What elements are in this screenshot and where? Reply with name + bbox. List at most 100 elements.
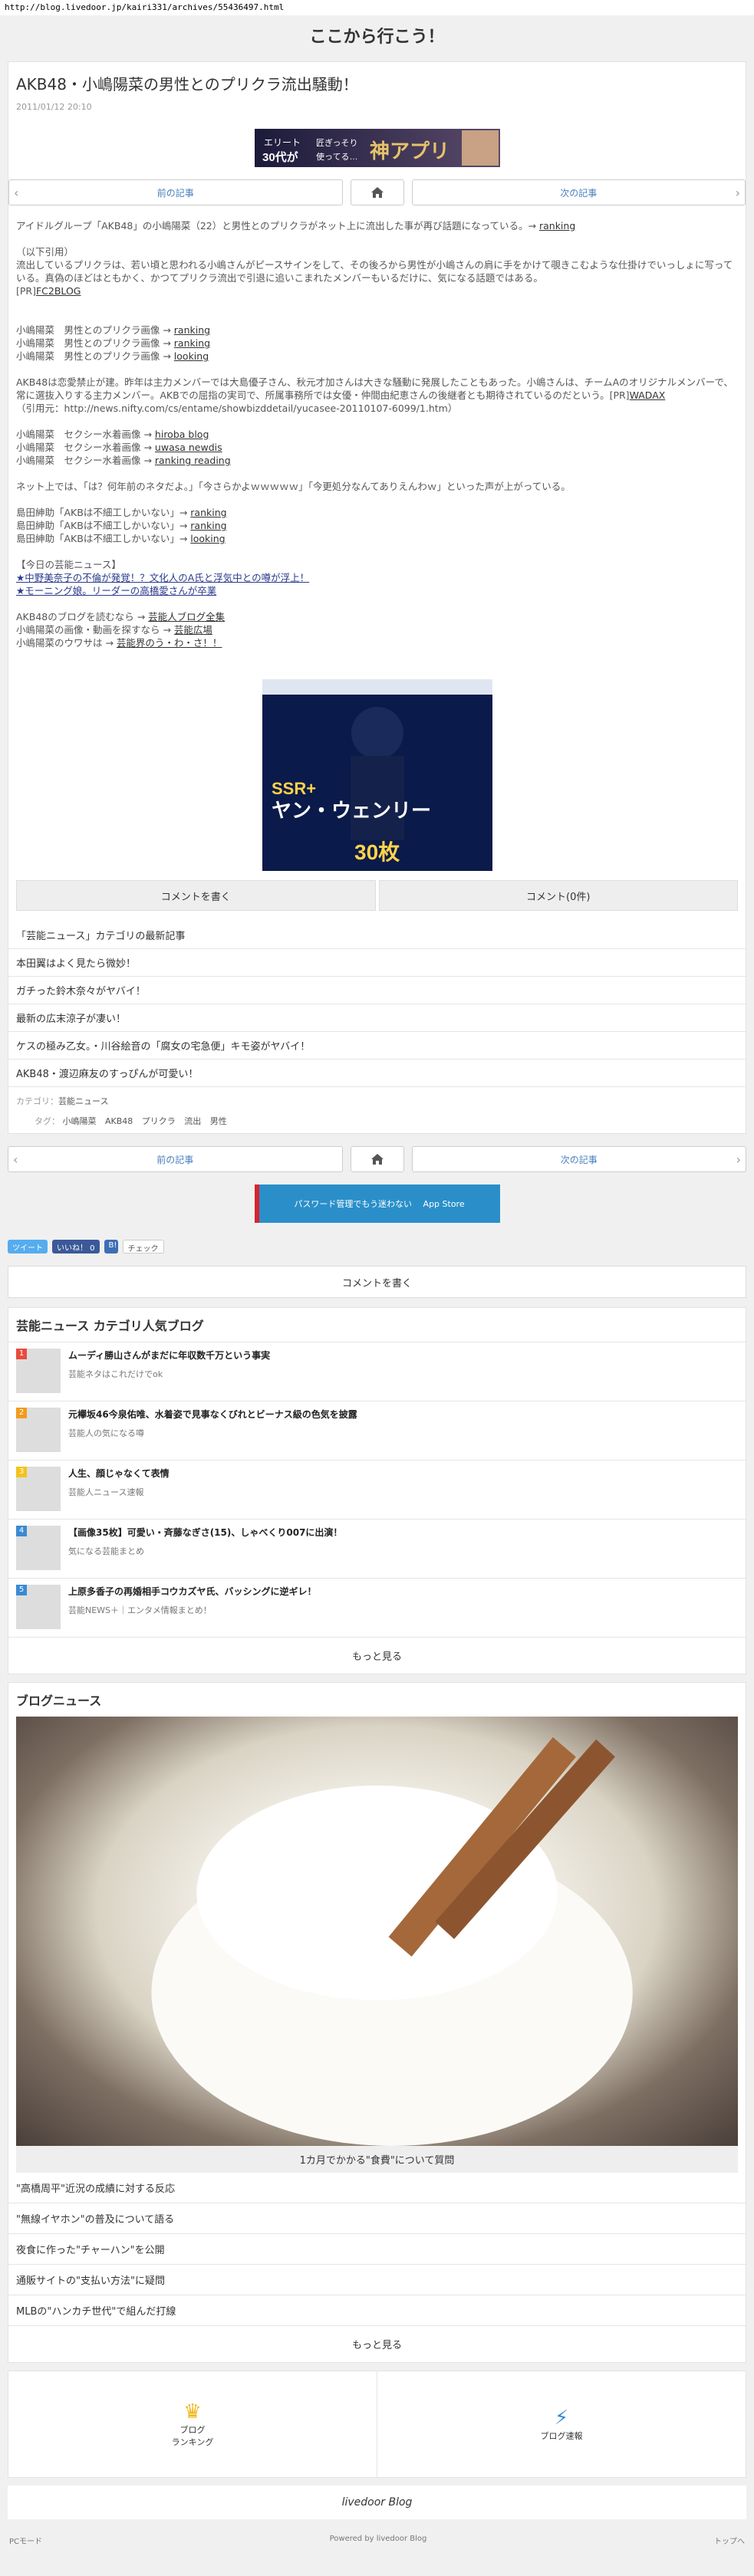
next-article-button[interactable]: 次の記事 › [411, 179, 746, 205]
app-store-banner[interactable]: パスワード管理でもう迷わない App Store [254, 1184, 500, 1223]
popular-blogs: 芸能ニュース カテゴリ人気ブログ 1 ムーディ勝山さんがまだに年収数千万という事… [8, 1307, 746, 1674]
home-icon [370, 187, 384, 198]
list-item[interactable]: ケスの極み乙女。・川谷絵音の「腐女の宅急便」キモ姿がヤバイ！ [8, 1031, 746, 1059]
powered-by: Powered by livedoor Blog [329, 2535, 427, 2543]
list-item[interactable]: "無線イヤホン"の普及について語る [8, 2203, 746, 2234]
home-button[interactable] [350, 1146, 404, 1172]
livedoor-blog-logo[interactable]: livedoor Blog [8, 2486, 746, 2519]
wadax-link[interactable]: WADAX [630, 389, 666, 401]
like-button[interactable]: いいね！ 0 [52, 1240, 100, 1254]
blog-ranking-link[interactable]: ♛ ブログ ランキング [8, 2371, 377, 2477]
comment-buttons: コメントを書く コメント(0件) [8, 880, 746, 918]
list-item[interactable]: 2 元欅坂46今泉佑唯、水着姿で見事なくびれとビーナス級の色気を披露 芸能人の気に… [8, 1401, 746, 1460]
write-comment-button[interactable]: コメントを書く [8, 1266, 746, 1298]
site-title[interactable]: ここから行こう！ [0, 15, 754, 61]
ranking-reading-link[interactable]: ranking reading [155, 455, 231, 466]
write-comment-button[interactable]: コメントを書く [16, 880, 376, 911]
tag-link[interactable]: プリクラ [142, 1116, 176, 1126]
comments-count-button[interactable]: コメント(0件) [378, 880, 738, 911]
share-bar: ツイート いいね！ 0 B! チェック [0, 1232, 754, 1261]
article-card: AKB48・小嶋陽菜の男性とのプリクラ流出騒動！ 2011/01/12 20:1… [8, 61, 746, 1134]
pc-mode-link[interactable]: PCモード [9, 2535, 42, 2546]
list-item[interactable]: MLBの"ハンカチ世代"で組んだ打線 [8, 2295, 746, 2326]
next-article-button[interactable]: 次の記事 › [411, 1146, 746, 1172]
game-ad-image[interactable]: SSR+ ヤン・ウェンリー 30枚 [262, 679, 492, 871]
looking-link[interactable]: looking [190, 533, 225, 544]
list-item[interactable]: 夜食に作った"チャーハン"を公開 [8, 2234, 746, 2265]
rank-badge: 5 [16, 1585, 27, 1595]
list-item[interactable]: 通販サイトの"支払い方法"に疑問 [8, 2265, 746, 2295]
category-heading: 「芸能ニュース」カテゴリの最新記事 [16, 931, 186, 942]
featured-news-image[interactable] [16, 1717, 738, 2146]
rank-badge: 4 [16, 1526, 27, 1536]
article-pager-bottom-wrap: ‹ 前の記事 次の記事 › [8, 1142, 746, 1177]
quote-heading: （以下引用） [16, 246, 74, 258]
chevron-left-icon: ‹ [14, 186, 19, 200]
svg-text:使ってる…: 使ってる… [316, 152, 357, 162]
ranking-link[interactable]: ranking [190, 520, 226, 531]
geinoukai-uwasa-link[interactable]: 芸能界のう・わ・さ！！ [117, 637, 222, 649]
category-list: 本田翼はよく見たら微妙！ ガチった鈴木奈々がヤバイ！ 最新の広末涼子が凄い！ ケ… [8, 948, 746, 1087]
list-item[interactable]: 本田翼はよく見たら微妙！ [8, 948, 746, 976]
list-item[interactable]: AKB48・渡辺麻友のすっぴんが可愛い！ [8, 1059, 746, 1087]
svg-text:30枚: 30枚 [354, 840, 400, 864]
blog-news: ブログニュース 1カ月でかかる"食費"について質問 "高橋周平"近況の成績に対す… [8, 1682, 746, 2363]
list-item[interactable]: 4 【画像35枚】可愛い・斉藤なぎさ(15)、しゃべくり007に出演！ 気になる芸… [8, 1520, 746, 1579]
today-news-link[interactable]: ★モーニング娘。リーダーの高橋愛さんが卒業 [16, 585, 216, 596]
today-news-heading: 【今日の芸能ニュース】 [16, 559, 121, 570]
ranking-link[interactable]: ranking [190, 507, 226, 518]
crown-icon: ♛ [183, 2400, 202, 2423]
list-item[interactable]: 3 人生、顔じゃなくて表情 芸能人ニュース速報 [8, 1460, 746, 1520]
tag-link[interactable]: 小嶋陽菜 [63, 1116, 97, 1126]
blog-news-title: ブログニュース [16, 1694, 102, 1708]
list-item[interactable]: 5 上原多香子の再婚相手コウカズヤ氏、バッシングに逆ギレ！ 芸能NEWS＋｜エンタ… [8, 1579, 746, 1638]
tag-link[interactable]: 流出 [184, 1116, 201, 1126]
article-body: アイドルグループ「AKB48」の小嶋陽菜（22）と男性とのプリクラがネット上に流… [16, 220, 733, 649]
blog-news-flash-link[interactable]: ⚡ ブログ速報 [377, 2371, 746, 2477]
tag-link[interactable]: 男性 [210, 1116, 227, 1126]
svg-text:神アプリ: 神アプリ [370, 140, 449, 163]
article-header: AKB48・小嶋陽菜の男性とのプリクラ流出騒動！ 2011/01/12 20:1… [8, 62, 746, 121]
more-button[interactable]: もっと見る [8, 2326, 746, 2362]
list-item[interactable]: 最新の広末涼子が凄い！ [8, 1004, 746, 1031]
list-item[interactable]: "高橋周平"近況の成績に対する反応 [8, 2173, 746, 2203]
article-meta: カテゴリ：芸能ニュース タグ： 小嶋陽菜 AKB48 プリクラ 流出 男性 [8, 1087, 746, 1133]
uwasa-newdis-link[interactable]: uwasa newdis [155, 442, 222, 453]
hatena-icon[interactable]: B! [104, 1240, 118, 1254]
check-button[interactable]: チェック [122, 1240, 164, 1254]
tag-list: タグ： 小嶋陽菜 AKB48 プリクラ 流出 男性 [35, 1116, 227, 1126]
tweet-button[interactable]: ツイート [8, 1240, 48, 1254]
article-pager-bottom: ‹ 前の記事 次の記事 › [8, 1142, 746, 1177]
ranking-link[interactable]: ranking [174, 324, 210, 336]
more-button[interactable]: もっと見る [8, 1638, 746, 1674]
back-to-top-link[interactable]: トップへ [714, 2535, 745, 2546]
chevron-left-icon: ‹ [13, 1152, 18, 1167]
category-link[interactable]: 芸能ニュース [58, 1096, 108, 1106]
svg-text:SSR+: SSR+ [272, 779, 316, 798]
top-ad-banner[interactable]: エリート 30代が 匠ぎっそり 使ってる… 神アプリ [254, 129, 500, 167]
rice-bowl-image [151, 1737, 633, 2146]
featured-news-caption[interactable]: 1カ月でかかる"食費"について質問 [16, 2146, 738, 2173]
today-news-link[interactable]: ★中野美奈子の不倫が発覚！？文化人のA氏と浮気中との噂が浮上！ [16, 572, 309, 583]
fc2blog-link[interactable]: FC2BLOG [36, 285, 81, 297]
rank-badge: 2 [16, 1408, 27, 1418]
looking-link[interactable]: looking [174, 350, 209, 362]
ranking-link[interactable]: ranking [539, 220, 575, 232]
list-item[interactable]: 1 ムーディ勝山さんがまだに年収数千万という事実 芸能ネタはこれだけでok [8, 1342, 746, 1401]
prev-article-button[interactable]: ‹ 前の記事 [8, 179, 343, 205]
geinou-hiroba-link[interactable]: 芸能広場 [174, 624, 212, 636]
article-date: 2011/01/12 20:10 [16, 102, 92, 112]
ranking-link[interactable]: ranking [174, 337, 210, 349]
home-icon [370, 1154, 384, 1165]
tag-link[interactable]: AKB48 [105, 1116, 133, 1126]
lightning-icon: ⚡ [554, 2407, 569, 2430]
chevron-right-icon: › [736, 1152, 741, 1167]
article-title: AKB48・小嶋陽菜の男性とのプリクラ流出騒動！ [16, 75, 358, 94]
hiroba-blog-link[interactable]: hiroba blog [155, 429, 209, 440]
list-item[interactable]: ガチった鈴木奈々がヤバイ！ [8, 976, 746, 1004]
blog-zenshu-link[interactable]: 芸能人ブログ全集 [148, 611, 225, 623]
article-pager-top: ‹ 前の記事 次の記事 › [8, 175, 746, 210]
home-button[interactable] [350, 179, 404, 205]
svg-text:ヤン・ウェンリー: ヤン・ウェンリー [272, 799, 431, 822]
prev-article-button[interactable]: ‹ 前の記事 [8, 1146, 343, 1172]
